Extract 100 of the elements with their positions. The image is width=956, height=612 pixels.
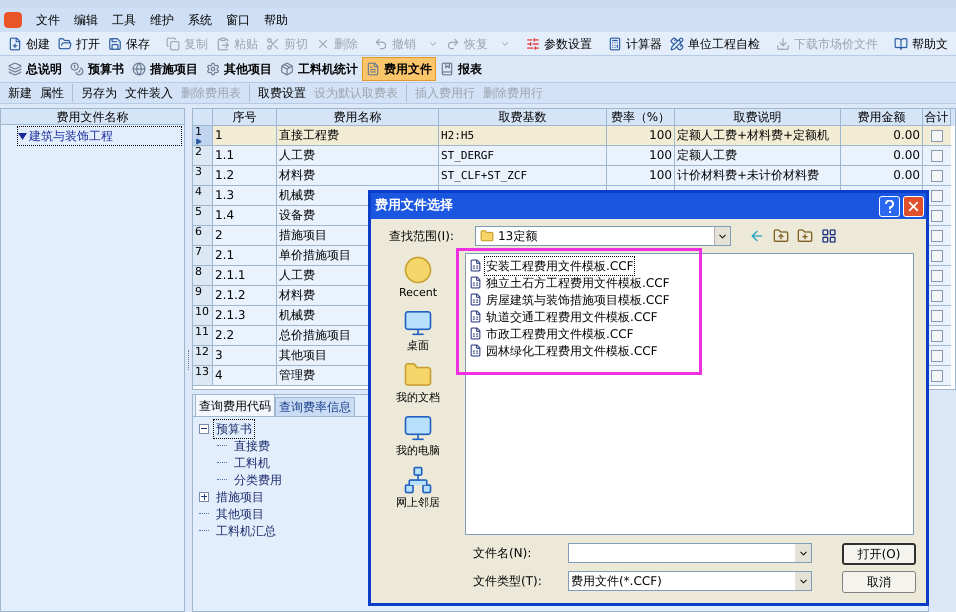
look-in-dropdown[interactable]: 13定额 [475, 226, 731, 246]
expand-icon[interactable] [199, 492, 209, 502]
tree-item[interactable]: 其他项目 [213, 504, 267, 524]
table-cell: 100 [649, 128, 672, 142]
checkbox[interactable] [931, 250, 943, 262]
dropdown-button[interactable] [795, 544, 811, 562]
module-tab[interactable]: 其他项目 [202, 57, 276, 81]
help-button[interactable] [879, 196, 900, 216]
collapse-icon[interactable] [199, 424, 209, 434]
menu-item[interactable]: 编辑 [74, 11, 98, 29]
dialog-button[interactable]: 打开(O) [842, 543, 916, 565]
file-item[interactable]: 安装工程费用文件模板.CCF [484, 256, 636, 276]
back-icon[interactable] [749, 228, 765, 244]
checkbox[interactable] [931, 190, 943, 202]
places-item[interactable]: 我的文档 [396, 360, 440, 406]
toolbar-button[interactable]: 计算器 [604, 32, 666, 54]
table-cell: 1.3 [215, 188, 234, 202]
table-cell: 3 [215, 348, 223, 362]
menu-item[interactable]: 系统 [188, 11, 212, 29]
dialog-title: 费用文件选择 [375, 196, 454, 216]
tree-item[interactable]: 建筑与装饰工程 [17, 126, 182, 146]
toolbar-button[interactable]: 创建 [4, 32, 54, 54]
places-item[interactable]: 网上邻居 [396, 465, 440, 512]
gear-icon [206, 62, 220, 76]
folder-up-icon[interactable] [773, 228, 789, 244]
table-cell: 2.2 [215, 328, 234, 342]
module-tab[interactable]: 措施项目 [128, 57, 202, 81]
file-name-field[interactable] [568, 543, 812, 563]
toolbar-button[interactable]: 另存为 [77, 84, 121, 102]
menu-item[interactable]: 窗口 [226, 11, 250, 29]
checkbox[interactable] [931, 130, 943, 142]
toolbar-button[interactable]: 单位工程自检 [666, 32, 764, 54]
places-item[interactable]: 桌面 [403, 308, 433, 354]
checkbox[interactable] [931, 290, 943, 302]
checkbox[interactable] [931, 150, 943, 162]
toolbar-button[interactable]: 取费设置 [254, 84, 310, 102]
tree-item[interactable]: 直接费 [231, 436, 273, 456]
file-item[interactable]: 轨道交通工程费用文件模板.CCF [484, 306, 660, 326]
module-tab[interactable]: 预算书 [66, 57, 128, 81]
places-item[interactable]: Recent [398, 255, 438, 302]
book-icon [440, 62, 454, 76]
view-menu-icon[interactable] [821, 228, 837, 244]
checkbox[interactable] [931, 270, 943, 282]
table-cell: 2.1.2 [215, 288, 246, 302]
tree-item[interactable]: 分类费用 [231, 470, 285, 490]
table-cell: 人工费 [279, 148, 315, 162]
toolbar-button[interactable]: 属性 [36, 84, 68, 102]
dropdown-button[interactable] [714, 227, 730, 245]
close-button[interactable] [903, 196, 924, 216]
row-number: 8 [193, 266, 213, 286]
row-number: 5 [193, 206, 213, 226]
tree-item[interactable]: 预算书 [213, 418, 255, 438]
file-item[interactable]: 市政工程费用文件模板.CCF [484, 324, 636, 344]
toolbar-button[interactable]: 文件装入 [121, 84, 177, 102]
menu-item[interactable]: 文件 [36, 11, 60, 29]
menu-item[interactable]: 工具 [112, 11, 136, 29]
new-folder-icon[interactable] [797, 228, 813, 244]
paste-icon [216, 36, 230, 50]
table-cell: 2.1.3 [215, 308, 246, 322]
file-item[interactable]: 房屋建筑与装饰措施项目模板.CCF [484, 290, 672, 310]
tree-item[interactable]: 工料机汇总 [213, 520, 279, 540]
tree-item[interactable]: 措施项目 [213, 486, 267, 506]
checkbox[interactable] [931, 350, 943, 362]
table-cell: 1.4 [215, 208, 234, 222]
table-cell: 1 [215, 128, 223, 142]
tab[interactable]: 查询费用代码 [195, 394, 275, 416]
pencil-ruler-icon [670, 36, 684, 50]
module-tab[interactable]: 费用文件 [362, 57, 436, 81]
menu-item[interactable]: 维护 [150, 11, 174, 29]
checkbox[interactable] [931, 370, 943, 382]
toolbar-button[interactable]: 新建 [4, 84, 36, 102]
module-tab[interactable]: 工料机统计 [276, 57, 362, 81]
toolbar-button[interactable]: 帮助文 [890, 32, 952, 54]
toolbar-button[interactable]: 打开 [54, 32, 104, 54]
checkbox[interactable] [931, 310, 943, 322]
tab[interactable]: 查询费率信息 [275, 397, 355, 416]
module-tab[interactable]: 总说明 [4, 57, 66, 81]
checkbox[interactable] [931, 330, 943, 342]
places-item[interactable]: 我的电脑 [396, 412, 440, 459]
menu-item[interactable]: 帮助 [264, 11, 288, 29]
tree-item[interactable]: 工料机 [231, 452, 273, 472]
file-icon [469, 344, 482, 357]
table-cell: 措施项目 [279, 228, 327, 242]
expanded-triangle-icon[interactable] [18, 132, 27, 140]
file-item[interactable]: 园林绿化工程费用文件模板.CCF [484, 340, 660, 360]
table-cell: 100 [649, 168, 672, 182]
file-item[interactable]: 独立土石方工程费用文件模板.CCF [484, 272, 672, 292]
file-type-dropdown[interactable]: 费用文件(*.CCF) [568, 571, 812, 591]
checkbox[interactable] [931, 210, 943, 222]
checkbox[interactable] [931, 230, 943, 242]
sliders-icon [526, 36, 540, 50]
document-icon [366, 62, 380, 76]
toolbar-button[interactable]: 参数设置 [522, 32, 596, 54]
toolbar-button[interactable]: 保存 [104, 32, 154, 54]
table-cell: 直接工程费 [279, 128, 339, 142]
file-type-value: 费用文件(*.CCF) [571, 573, 663, 590]
checkbox[interactable] [931, 170, 943, 182]
dropdown-button[interactable] [795, 572, 811, 590]
module-tab[interactable]: 报表 [436, 57, 486, 81]
dialog-button[interactable]: 取消 [842, 571, 916, 593]
